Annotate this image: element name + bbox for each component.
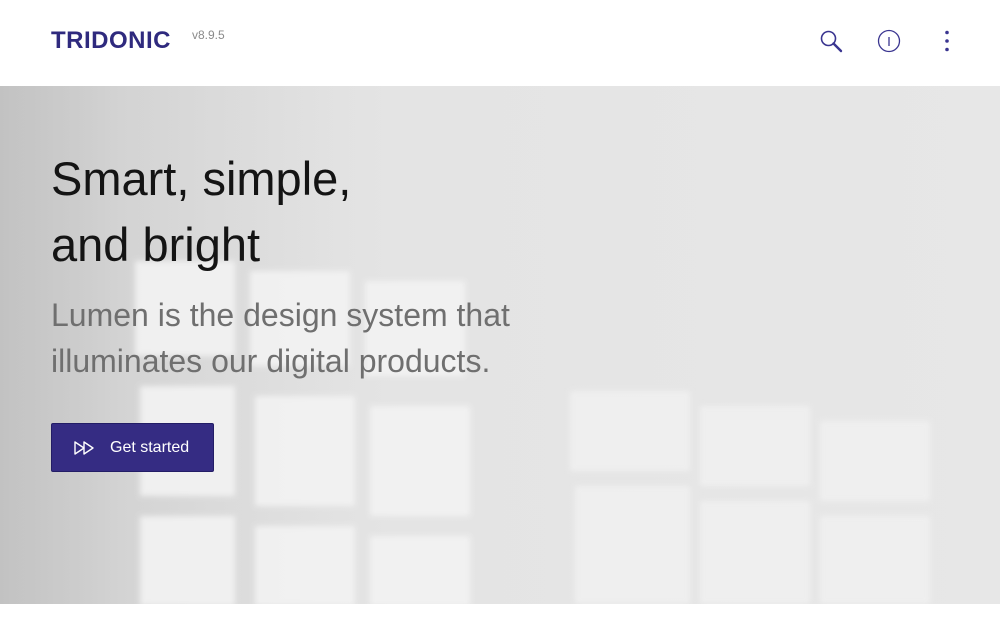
hero-subtitle-line-2: illuminates our digital products.	[51, 343, 491, 379]
get-started-button[interactable]: Get started	[51, 423, 214, 472]
hero-banner: Smart, simple, and bright Lumen is the d…	[0, 86, 1000, 604]
fast-forward-icon	[74, 440, 94, 455]
hero-subtitle-line-1: Lumen is the design system that	[51, 297, 510, 333]
version-label: v8.9.5	[192, 28, 225, 42]
tridonic-logo[interactable]: TRIDONIC	[51, 27, 171, 55]
hero-title: Smart, simple, and bright	[51, 146, 571, 278]
search-button[interactable]	[816, 26, 846, 56]
more-options-button[interactable]	[932, 26, 962, 56]
get-started-label: Get started	[110, 438, 190, 456]
top-header: TRIDONIC v8.9.5	[0, 0, 1000, 86]
hero-title-line-1: Smart, simple,	[51, 152, 352, 205]
hero-title-line-2: and bright	[51, 218, 261, 271]
page-bottom-strip	[0, 604, 1000, 626]
more-vertical-icon	[945, 30, 949, 52]
hero-subtitle: Lumen is the design system that illumina…	[51, 292, 571, 384]
info-button[interactable]	[874, 26, 904, 56]
info-icon	[877, 29, 901, 53]
search-icon	[820, 30, 843, 53]
